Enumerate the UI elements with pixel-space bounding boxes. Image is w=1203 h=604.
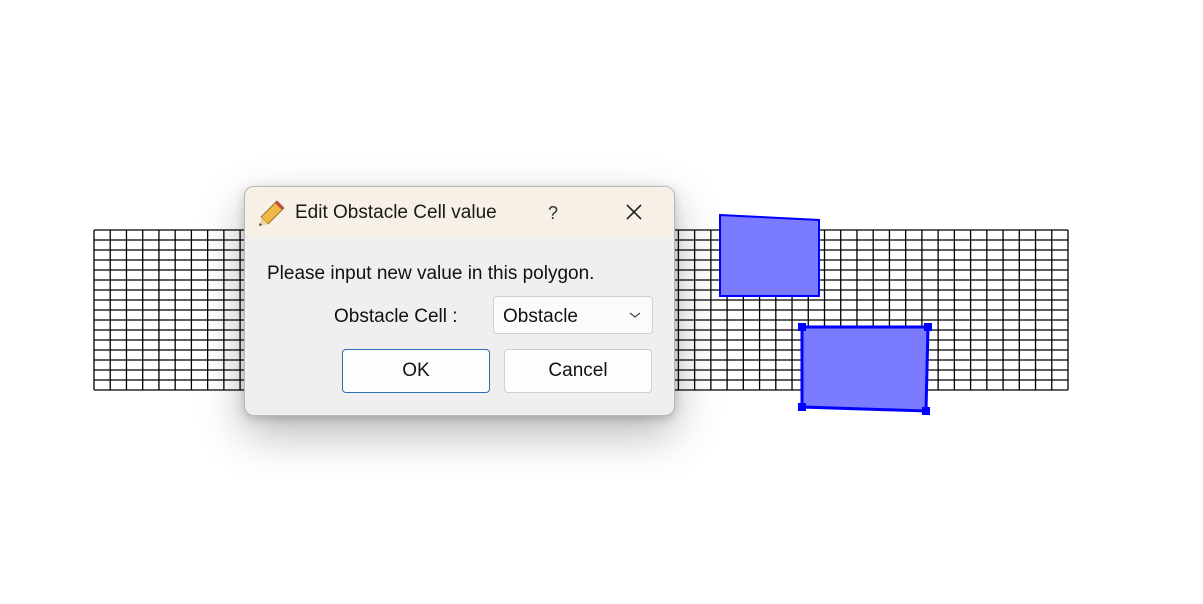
polygon-vertex-handle[interactable] — [798, 323, 806, 331]
edit-obstacle-dialog: Edit Obstacle Cell value ? Please input … — [244, 186, 675, 416]
dialog-message: Please input new value in this polygon. — [267, 263, 595, 284]
polygon-vertex-handle[interactable] — [924, 323, 932, 331]
obstacle-polygon-lower[interactable] — [800, 325, 930, 413]
cancel-button[interactable]: Cancel — [504, 349, 652, 393]
close-icon[interactable] — [618, 199, 650, 227]
obstacle-cell-select[interactable]: Obstacle — [493, 296, 653, 334]
ok-button[interactable]: OK — [342, 349, 490, 393]
polygon-vertex-handle[interactable] — [798, 403, 806, 411]
obstacle-polygon-upper[interactable] — [719, 213, 820, 297]
obstacle-cell-value: Obstacle — [503, 306, 578, 327]
dialog-title: Edit Obstacle Cell value — [295, 202, 497, 223]
help-button[interactable]: ? — [541, 200, 565, 226]
chevron-down-icon — [629, 312, 641, 318]
dialog-titlebar[interactable]: Edit Obstacle Cell value ? — [245, 187, 674, 238]
polygon-vertex-handle[interactable] — [922, 407, 930, 415]
obstacle-cell-label: Obstacle Cell : — [334, 306, 458, 327]
pencil-icon — [259, 200, 285, 226]
